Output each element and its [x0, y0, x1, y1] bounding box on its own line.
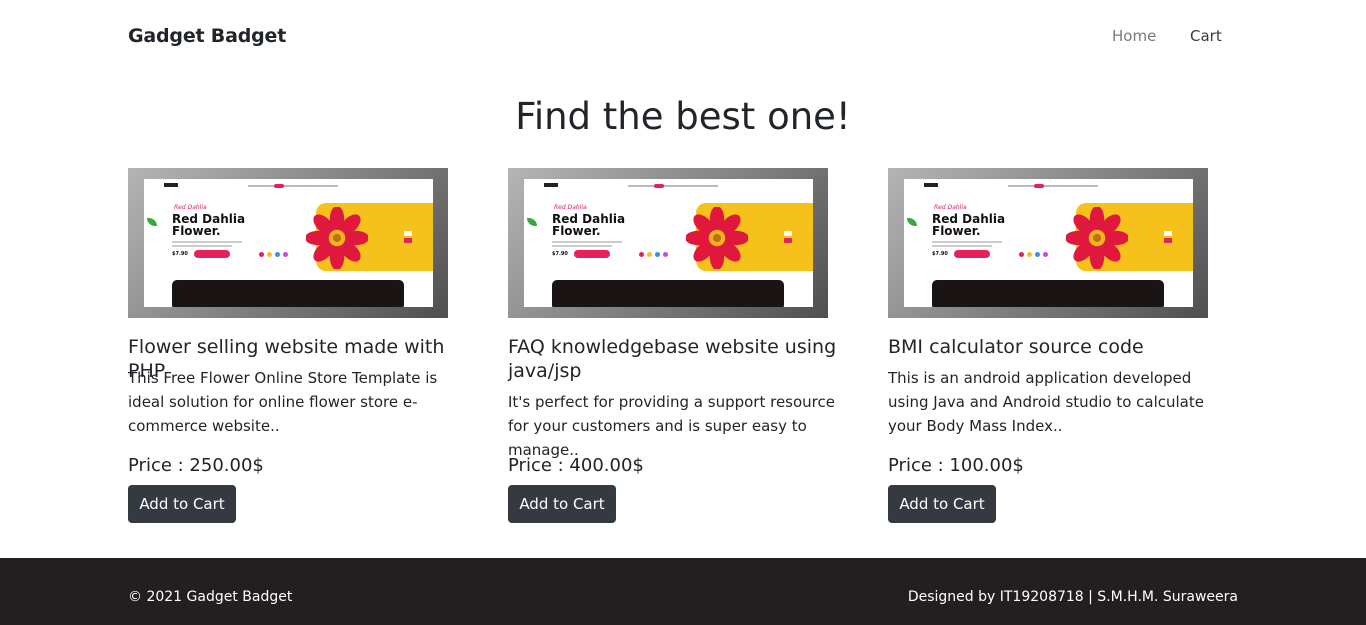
- flower-icon: [686, 207, 748, 269]
- product-description: This is an android application developed…: [888, 369, 1204, 435]
- leaf-icon: [147, 218, 157, 226]
- flower-icon: [1066, 207, 1128, 269]
- top-navbar: Gadget Badget Home Cart: [0, 0, 1366, 74]
- product-card: Red Dahlia Red Dahlia Flower. $7.90: [888, 168, 1238, 523]
- page-footer: © 2021 Gadget Badget Designed by IT19208…: [0, 558, 1366, 625]
- flower-icon: [306, 207, 368, 269]
- product-thumbnail[interactable]: Red Dahlia Red Dahlia Flower. $7.90: [128, 168, 448, 318]
- product-price: Price : 250.00$: [128, 455, 264, 476]
- product-card: Red Dahlia Red Dahlia Flower. $7.90: [128, 168, 478, 523]
- product-card: Red Dahlia Red Dahlia Flower. $7.90: [508, 168, 858, 523]
- thumbnail-screenshot: Red Dahlia Red Dahlia Flower. $7.90: [524, 179, 813, 307]
- add-to-cart-button[interactable]: Add to Cart: [128, 485, 236, 523]
- product-title: BMI calculator source code: [888, 336, 1144, 358]
- product-title: FAQ knowledgebase website using java/jsp: [508, 336, 837, 382]
- product-description: This Free Flower Online Store Template i…: [128, 369, 438, 435]
- nav-link-cart[interactable]: Cart: [1190, 27, 1222, 45]
- footer-copyright: © 2021 Gadget Badget: [128, 589, 293, 605]
- page-heading: Find the best one!: [515, 95, 851, 138]
- brand-logo[interactable]: Gadget Badget: [128, 25, 286, 47]
- leaf-icon: [907, 218, 917, 226]
- product-description: It's perfect for providing a support res…: [508, 393, 835, 459]
- product-thumbnail[interactable]: Red Dahlia Red Dahlia Flower. $7.90: [888, 168, 1208, 318]
- footer-credit: Designed by IT19208718 | S.M.H.M. Surawe…: [907, 589, 1238, 605]
- product-price: Price : 100.00$: [888, 455, 1024, 476]
- add-to-cart-button[interactable]: Add to Cart: [508, 485, 616, 523]
- add-to-cart-button[interactable]: Add to Cart: [888, 485, 996, 523]
- product-price: Price : 400.00$: [508, 455, 644, 476]
- leaf-icon: [527, 218, 537, 226]
- thumbnail-screenshot: Red Dahlia Red Dahlia Flower. $7.90: [904, 179, 1193, 307]
- thumbnail-screenshot: Red Dahlia Red Dahlia Flower. $7.90: [144, 179, 433, 307]
- product-thumbnail[interactable]: Red Dahlia Red Dahlia Flower. $7.90: [508, 168, 828, 318]
- nav-link-home[interactable]: Home: [1112, 27, 1156, 45]
